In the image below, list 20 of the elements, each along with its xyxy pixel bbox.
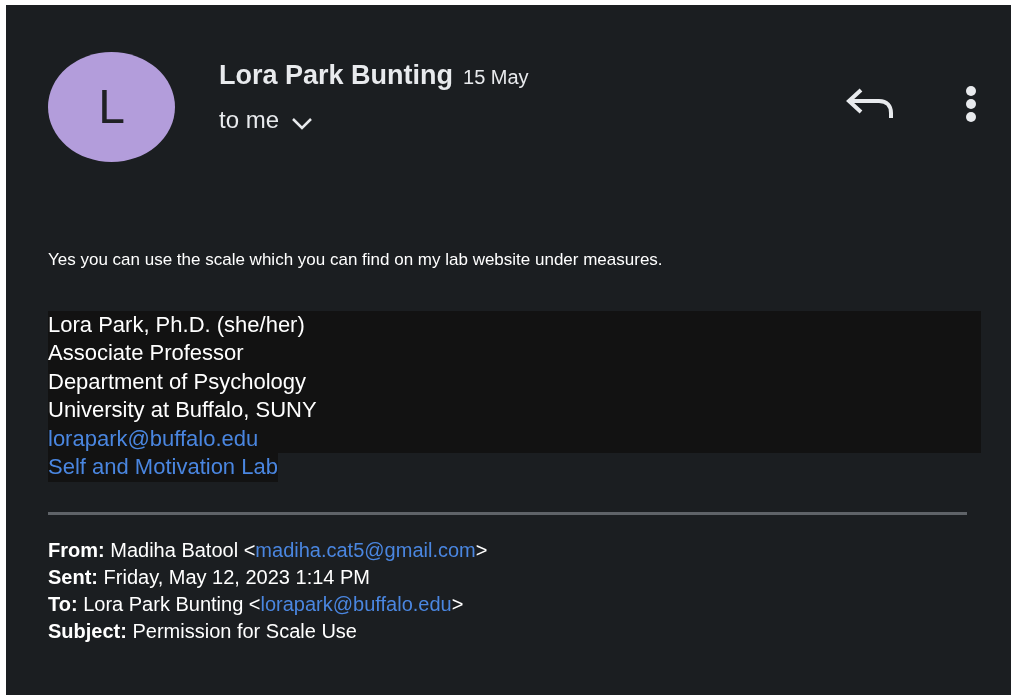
avatar: L [48,52,175,162]
signature-line: Department of Psychology [48,367,307,396]
chevron-down-icon [291,116,314,131]
quoted-header-line: To: Lora Park Bunting <lorapark@buffalo.edu> [48,591,465,617]
quoted-header-line: Sent: Friday, May 12, 2023 1:14 PM [48,564,371,590]
quoted-header-line: From: Madiha Batool <madiha.cat5@gmail.com> [48,537,489,563]
reply-icon[interactable] [845,87,895,121]
signature-line: Associate Professor [48,339,244,367]
email-date: 15 May [463,65,529,90]
signature-line: University at Buffalo, SUNY [48,396,317,424]
signature-link[interactable]: lorapark@buffalo.edu [48,424,259,453]
more-options-icon[interactable] [965,85,977,123]
quoted-header-line: Subject: Permission for Scale Use [48,618,358,644]
signature-link[interactable]: Self and Motivation Lab [48,453,278,482]
email-link[interactable]: madiha.cat5@gmail.com [255,538,476,561]
message-body: Yes you can use the scale which you can find on my lab website under measures. [48,249,664,271]
recipients-toggle[interactable]: to me [219,101,529,138]
email-link[interactable]: lorapark@buffalo.edu [260,592,452,615]
sender-name: Lora Park Bunting [219,59,454,92]
signature-line: Lora Park, Ph.D. (she/her) [48,310,305,339]
